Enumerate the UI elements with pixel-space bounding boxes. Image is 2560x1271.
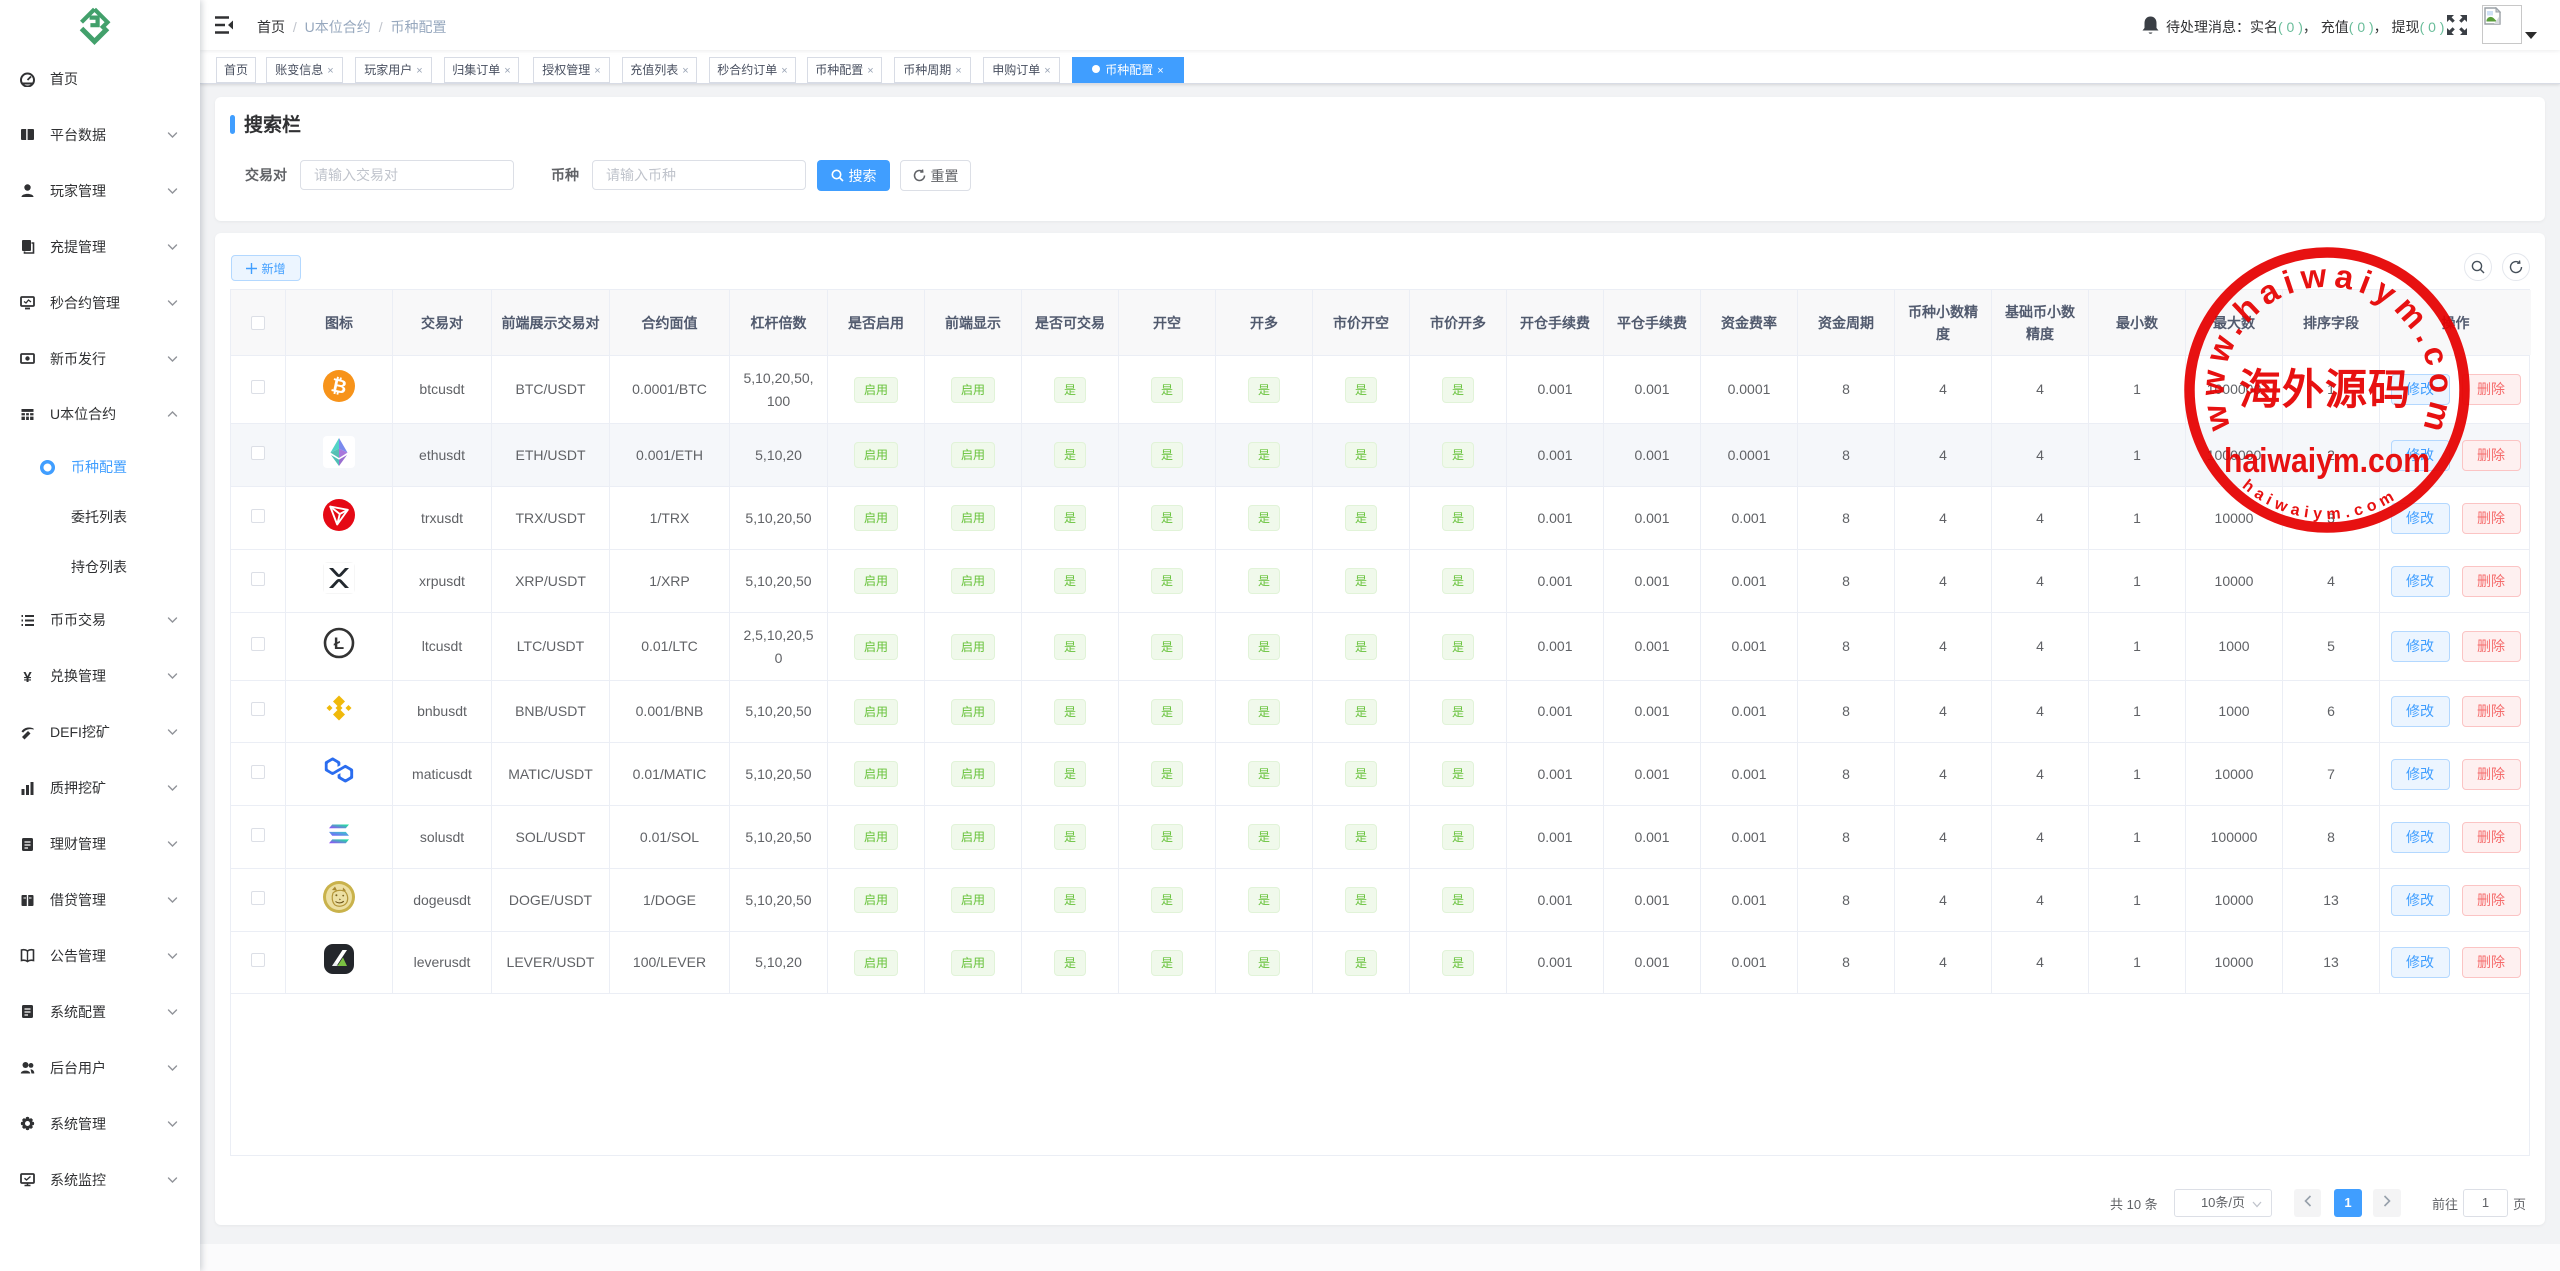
svg-text:Ł: Ł xyxy=(334,634,344,653)
svg-text:¥: ¥ xyxy=(23,669,32,684)
svg-text:haiwaiym.com: haiwaiym.com xyxy=(2224,442,2430,480)
svg-text:海外源码: 海外源码 xyxy=(2239,367,2411,414)
